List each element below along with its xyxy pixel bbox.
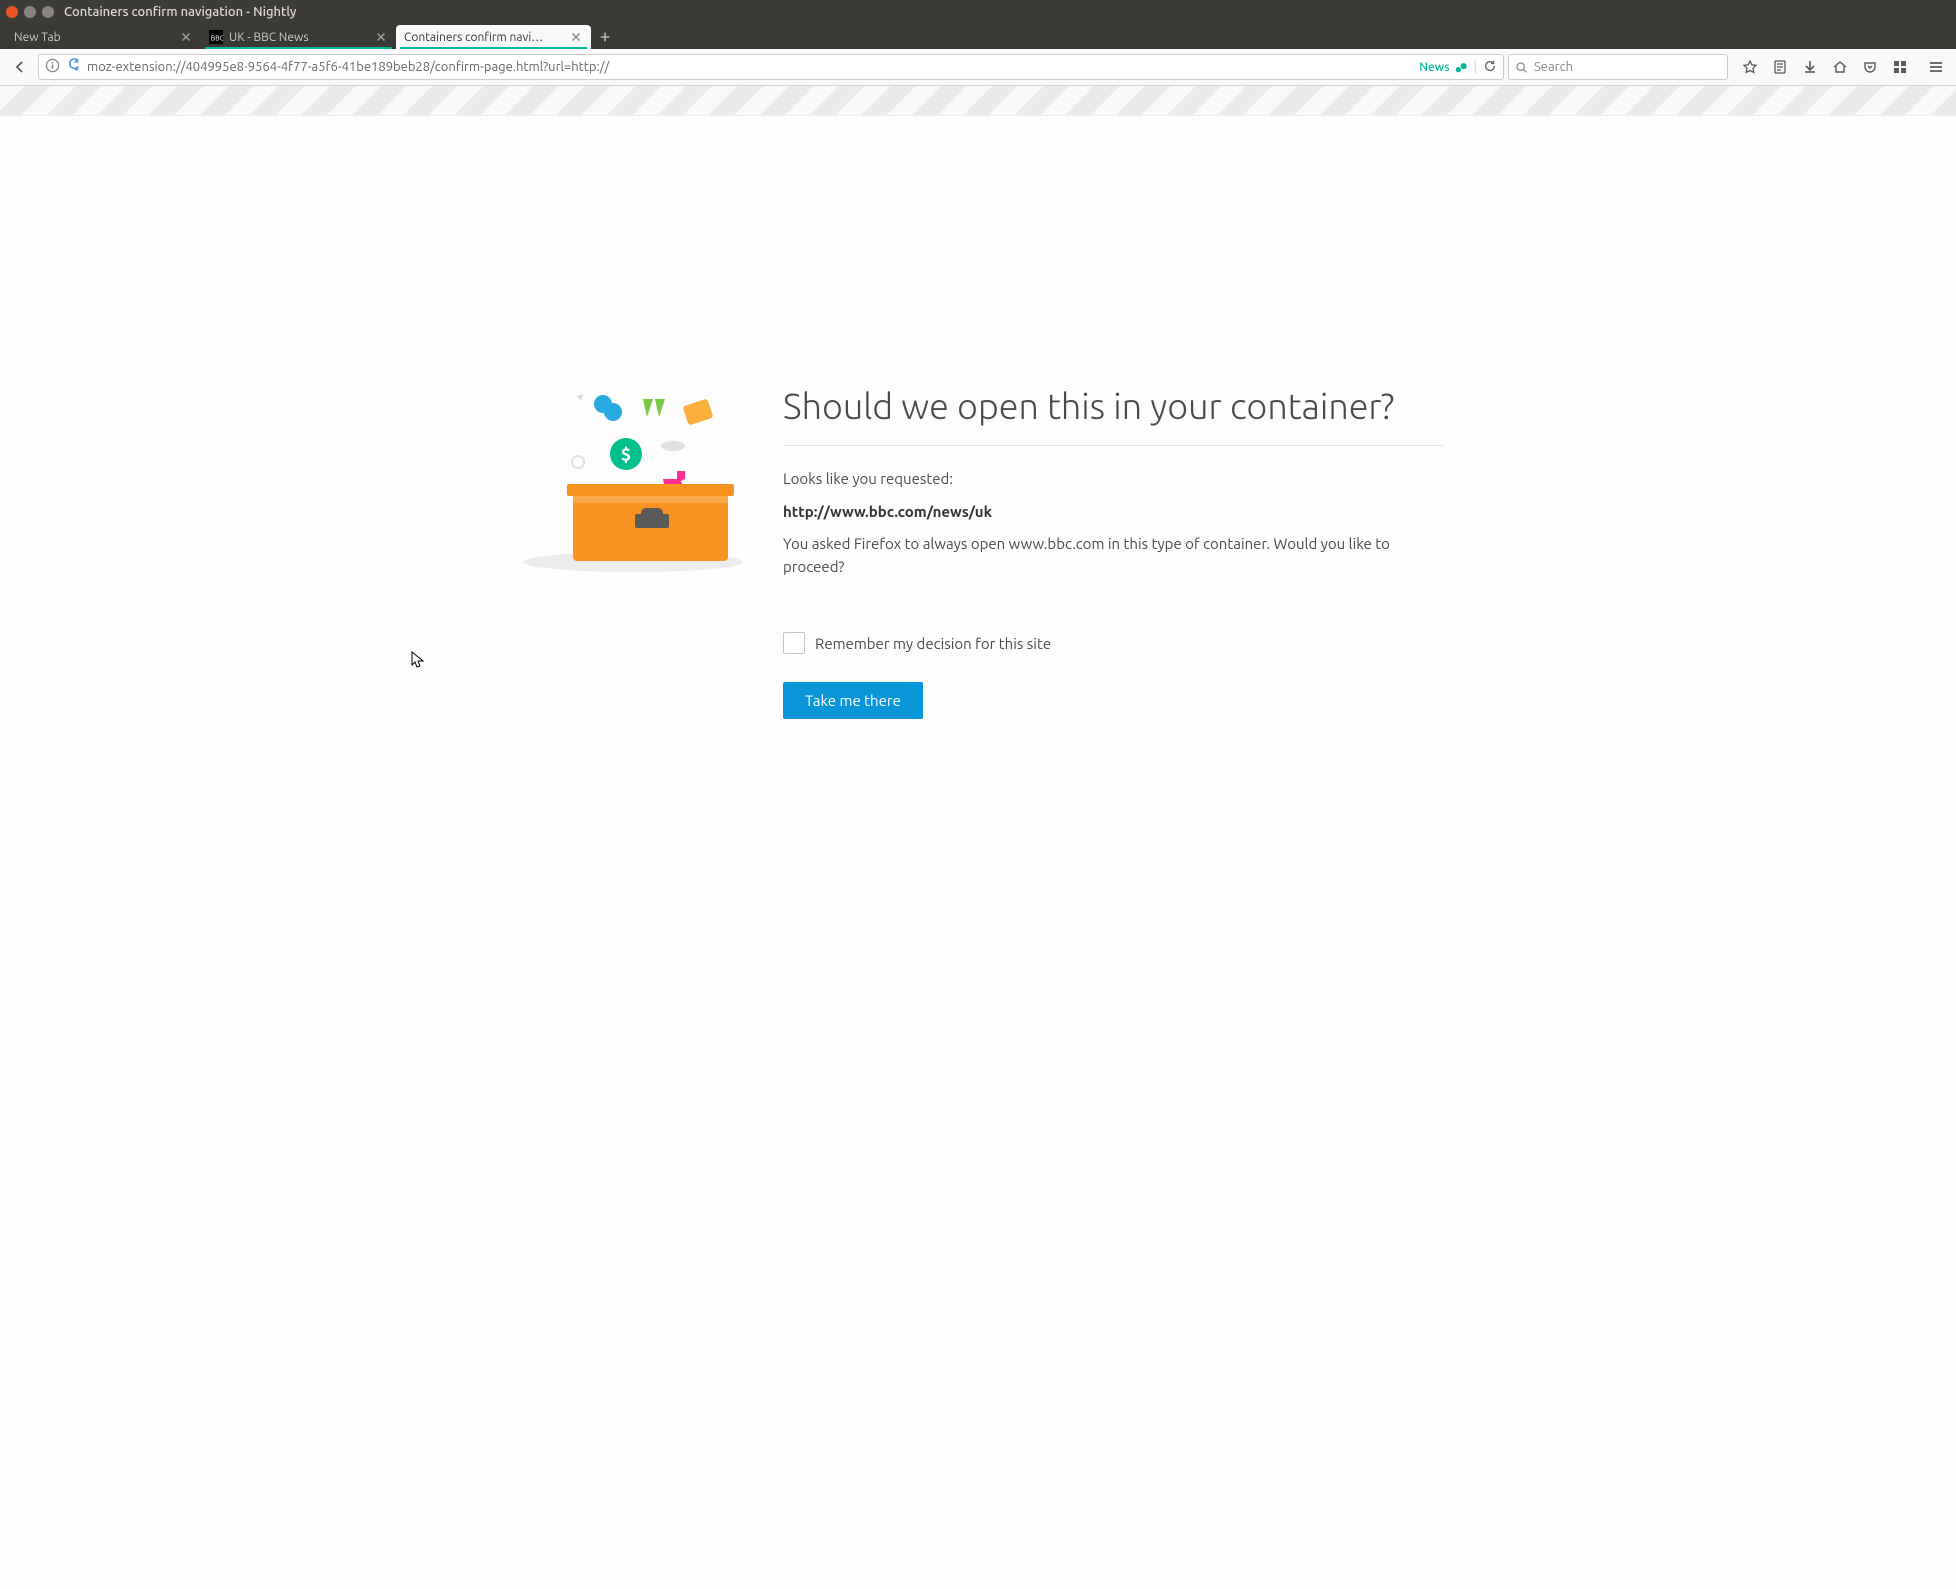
favicon-icon: BBC — [209, 30, 223, 44]
explanation-text: You asked Firefox to always open www.bbc… — [783, 533, 1443, 578]
divider — [783, 445, 1443, 446]
container-underline — [400, 47, 587, 49]
tab-bbc-news[interactable]: BBC UK - BBC News — [201, 25, 396, 49]
remember-label: Remember my decision for this site — [815, 635, 1051, 652]
close-icon[interactable] — [374, 30, 388, 44]
requested-url: http://www.bbc.com/news/uk — [783, 501, 1443, 524]
intro-text: Looks like you requested: — [783, 468, 1443, 491]
window-title: Containers confirm navigation - Nightly — [64, 5, 296, 19]
back-button[interactable] — [6, 53, 34, 81]
new-tab-button[interactable] — [591, 25, 619, 49]
navigation-toolbar: moz-extension://404995e8-9564-4f77-a5f6-… — [0, 49, 1956, 86]
container-stripe — [0, 86, 1956, 116]
window-close-button[interactable] — [6, 6, 18, 18]
page-content: $ Should we open this in your container?… — [0, 116, 1956, 1589]
illustration: $ — [513, 384, 743, 1589]
tab-label: Containers confirm navi… — [404, 31, 569, 44]
connection-icon[interactable] — [66, 58, 81, 76]
search-icon — [1515, 61, 1528, 74]
pocket-button[interactable] — [1856, 53, 1884, 81]
reload-button[interactable] — [1483, 59, 1497, 76]
url-text: moz-extension://404995e8-9564-4f77-a5f6-… — [87, 60, 1413, 74]
downloads-button[interactable] — [1796, 53, 1824, 81]
identity-icon[interactable] — [45, 58, 60, 76]
close-icon[interactable] — [569, 30, 583, 44]
containers-button[interactable] — [1886, 53, 1914, 81]
library-button[interactable] — [1766, 53, 1794, 81]
window-titlebar: Containers confirm navigation - Nightly — [0, 0, 1956, 23]
remember-checkbox[interactable] — [783, 632, 805, 654]
close-icon[interactable] — [179, 30, 193, 44]
container-label: News — [1419, 61, 1449, 74]
search-placeholder: Search — [1534, 60, 1573, 74]
tab-containers-confirm[interactable]: Containers confirm navi… — [396, 25, 591, 49]
svg-text:BBC: BBC — [211, 35, 223, 43]
take-me-there-button[interactable]: Take me there — [783, 682, 923, 719]
separator: | — [1474, 60, 1478, 74]
menu-button[interactable] — [1922, 53, 1950, 81]
tab-label: New Tab — [14, 31, 179, 44]
tab-strip: New Tab BBC UK - BBC News Containers con… — [0, 23, 1956, 49]
home-button[interactable] — [1826, 53, 1854, 81]
search-bar[interactable]: Search — [1508, 54, 1728, 80]
container-indicator: News — [1419, 60, 1467, 74]
tree-icon — [1454, 60, 1468, 74]
tab-label: UK - BBC News — [229, 31, 374, 44]
svg-text:$: $ — [621, 445, 631, 465]
container-underline — [205, 47, 392, 49]
bookmark-star-button[interactable] — [1736, 53, 1764, 81]
tab-new-tab[interactable]: New Tab — [6, 25, 201, 49]
url-bar[interactable]: moz-extension://404995e8-9564-4f77-a5f6-… — [38, 54, 1504, 80]
page-heading: Should we open this in your container? — [783, 384, 1443, 427]
window-minimize-button[interactable] — [24, 6, 36, 18]
window-maximize-button[interactable] — [42, 6, 54, 18]
